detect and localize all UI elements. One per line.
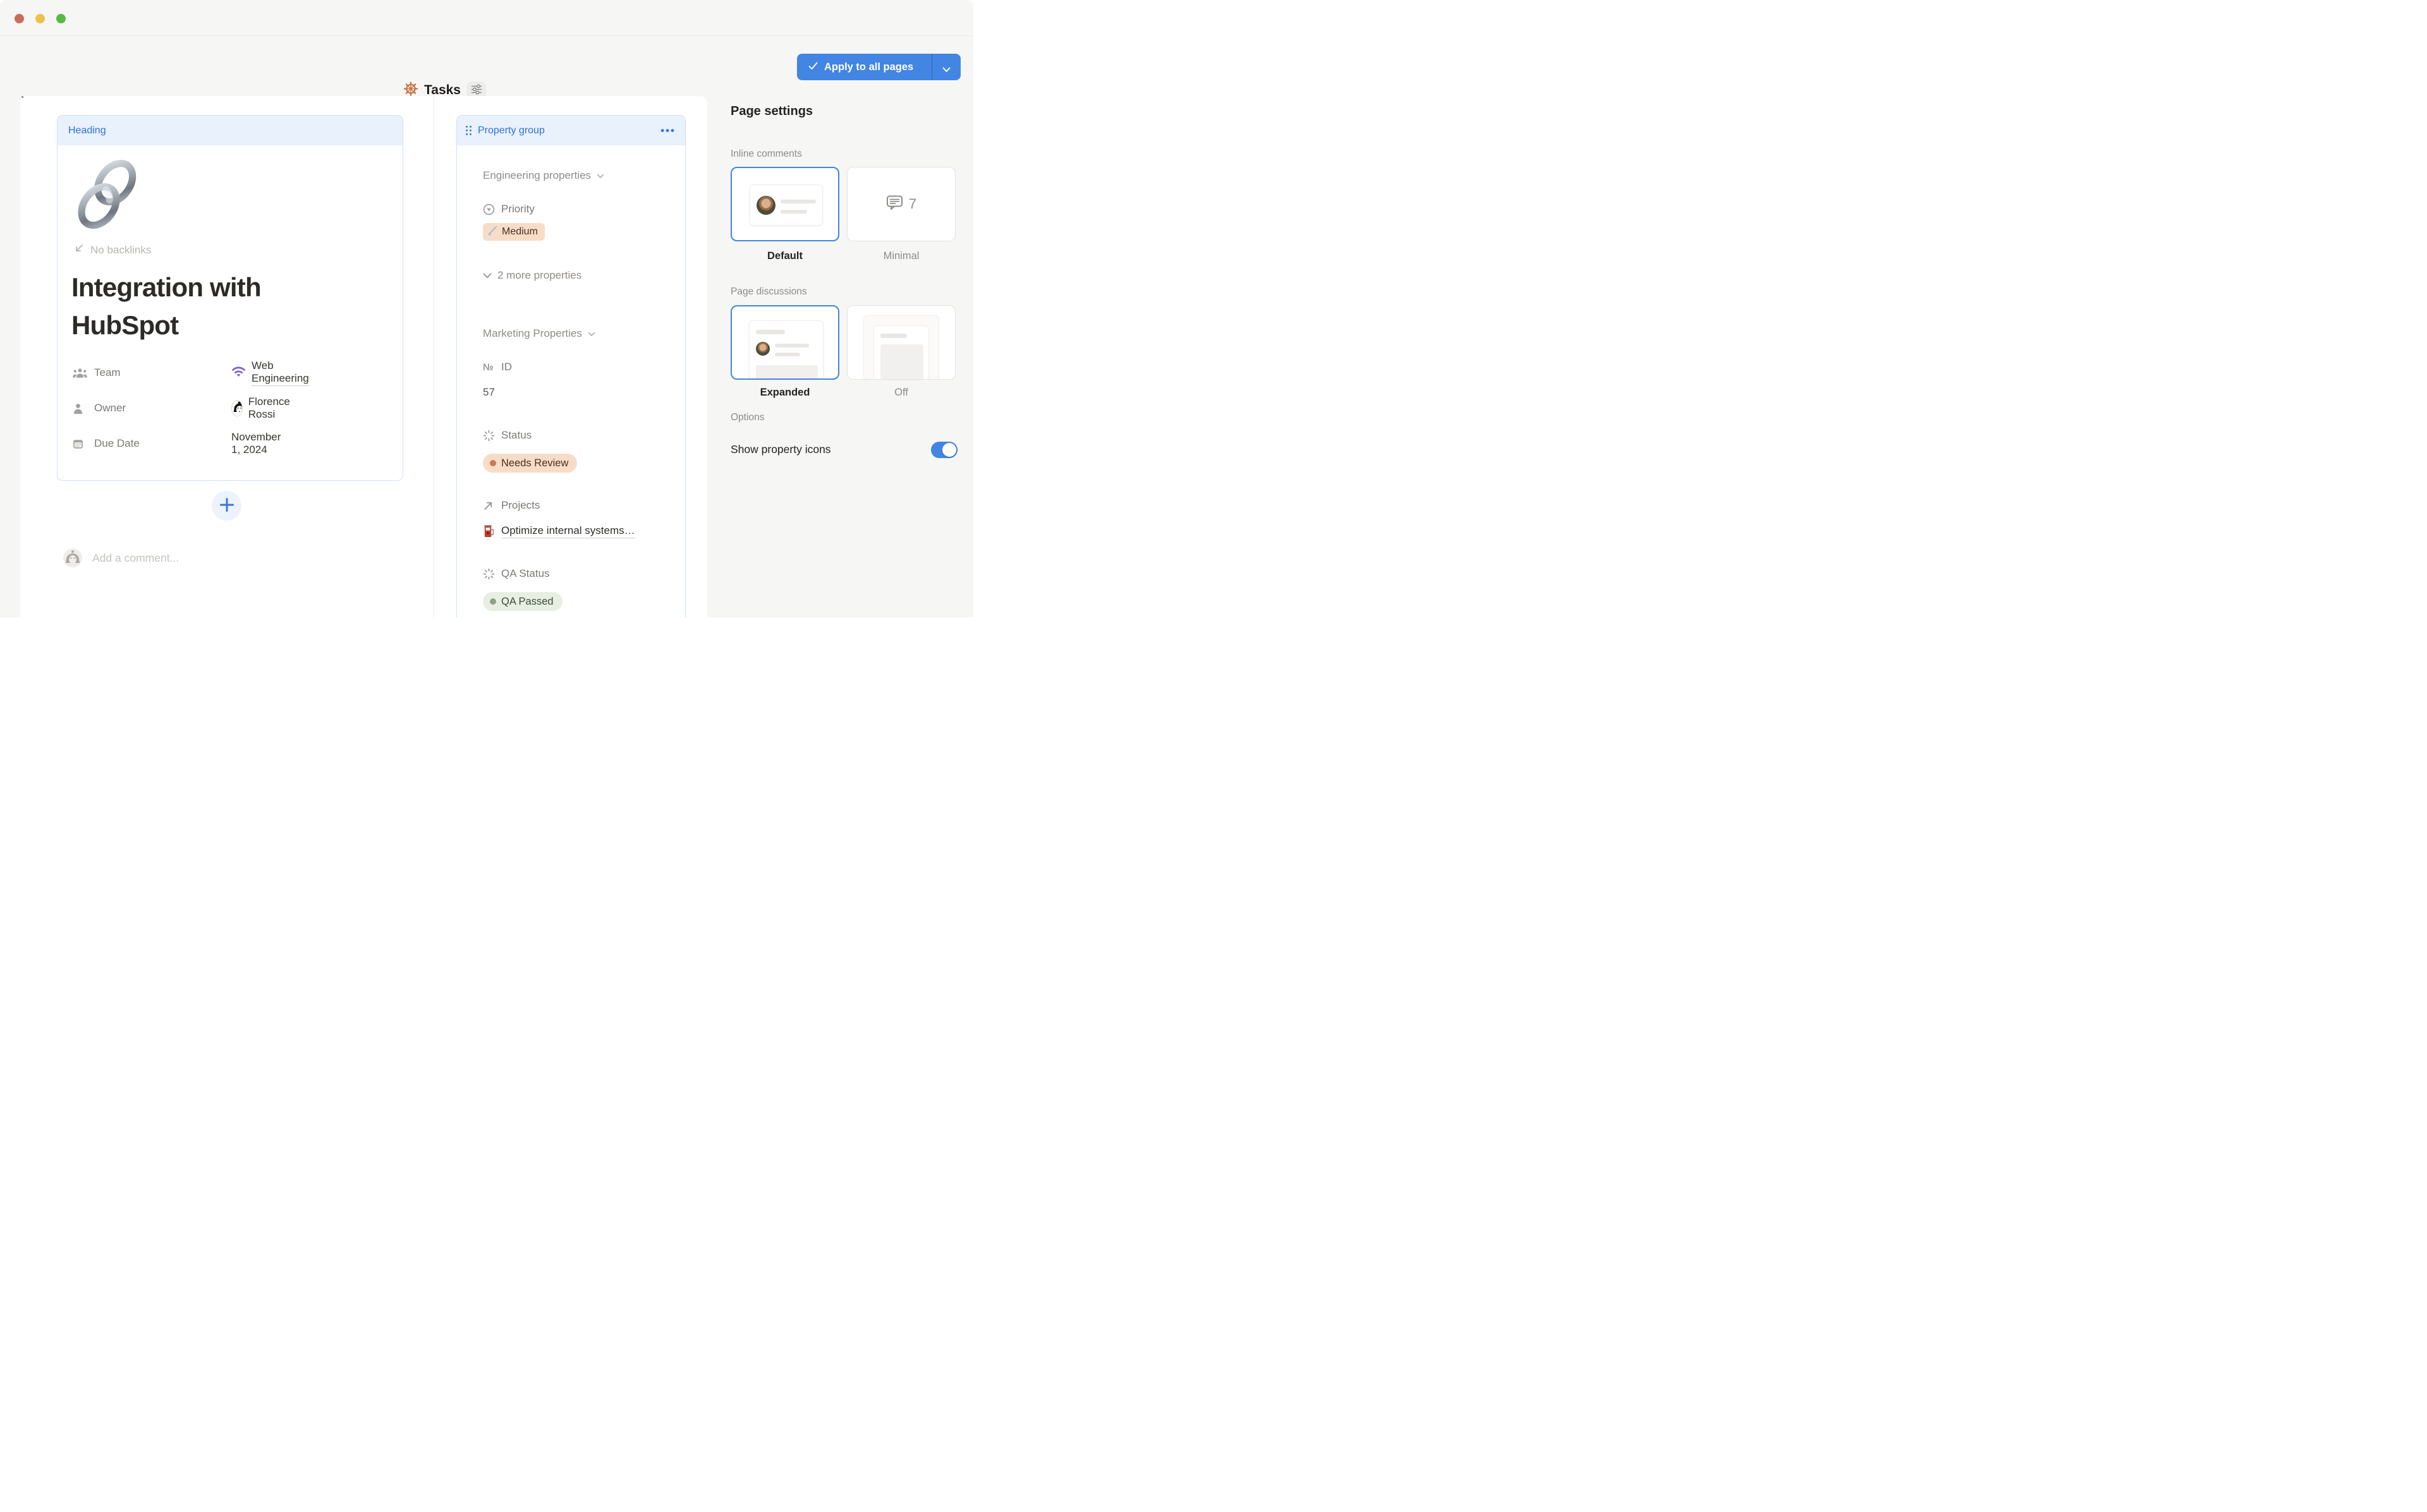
page-discussions-expanded-option[interactable]: [731, 305, 839, 380]
sliders-icon: [470, 84, 482, 97]
commenter-avatar: [63, 548, 82, 567]
section-engineering-properties[interactable]: Engineering properties: [483, 168, 604, 183]
backlinks-label: No backlinks: [90, 244, 151, 257]
inline-comments-default-option[interactable]: [731, 167, 839, 241]
toggle-knob: [942, 443, 956, 457]
status-value: Needs Review: [501, 457, 568, 469]
option-label-off: Off: [847, 387, 956, 399]
page-settings-title: Page settings: [731, 104, 813, 119]
wifi-icon: [231, 365, 246, 380]
property-row-priority[interactable]: Priority: [483, 201, 535, 217]
show-property-icons-toggle[interactable]: [931, 442, 958, 458]
property-row-due-date[interactable]: Due Date November 1, 2024: [73, 435, 140, 452]
needle-icon: [487, 225, 498, 239]
property-label: QA Status: [501, 567, 550, 580]
comment-placeholder: Add a comment...: [92, 552, 179, 565]
window-titlebar: [0, 0, 973, 36]
backlinks-row[interactable]: No backlinks: [74, 243, 151, 257]
chevron-down-icon: [483, 269, 492, 282]
numbering-icon: №: [483, 362, 494, 373]
property-label: Owner: [94, 402, 126, 414]
inline-comments-label: Inline comments: [731, 148, 802, 160]
status-tag[interactable]: Needs Review: [483, 454, 577, 473]
add-block-button[interactable]: [212, 491, 241, 521]
options-label: Options: [731, 412, 764, 423]
property-row-team[interactable]: Team Web Engineering: [73, 364, 121, 382]
toolbar: Cancel Tasks: [0, 37, 973, 96]
status-spinner-icon: [483, 568, 501, 580]
heading-block-card[interactable]: Heading No backlinks Integration wi: [57, 115, 403, 481]
florence-avatar: [231, 400, 243, 416]
person-icon: [73, 403, 89, 414]
section-marketing-properties[interactable]: Marketing Properties: [483, 326, 595, 341]
property-label: Projects: [501, 499, 540, 512]
option-label-default: Default: [731, 250, 839, 262]
owner-value: Florence Rossi: [248, 396, 295, 421]
show-property-icons-label: Show property icons: [731, 443, 831, 456]
page-title[interactable]: Integration with HubSpot: [71, 269, 356, 344]
status-spinner-icon: [483, 430, 501, 442]
apply-to-all-pages-button[interactable]: Apply to all pages: [797, 54, 961, 80]
property-group-header: Property group •••: [457, 116, 685, 145]
team-value-link[interactable]: Web Engineering: [252, 360, 309, 386]
arrow-down-left-icon: [74, 243, 84, 257]
chain-link-icon: [73, 159, 143, 233]
option-label-minimal: Minimal: [847, 250, 956, 262]
property-row-id[interactable]: № ID: [483, 359, 512, 375]
inline-comments-minimal-option[interactable]: 7: [847, 167, 956, 241]
property-group-card[interactable]: Property group ••• Engineering propertie…: [456, 115, 686, 617]
property-row-projects[interactable]: Projects: [483, 497, 540, 514]
section-title: Marketing Properties: [483, 327, 582, 340]
priority-value: Medium: [502, 226, 538, 238]
priority-tag[interactable]: Medium: [483, 223, 545, 241]
avatar: [756, 342, 770, 356]
due-date-value: November 1, 2024: [231, 431, 281, 456]
avatar: [757, 196, 776, 215]
property-row-qa-status[interactable]: QA Status: [483, 565, 550, 582]
heading-block-label: Heading: [68, 125, 106, 136]
property-label: ID: [501, 361, 512, 373]
property-group-label: Property group: [478, 125, 545, 136]
id-value[interactable]: 57: [483, 386, 495, 399]
section-title: Engineering properties: [483, 169, 591, 182]
check-icon: [808, 61, 818, 73]
apply-label: Apply to all pages: [824, 61, 913, 73]
projects-value-row[interactable]: Optimize internal systems…: [483, 523, 635, 540]
property-label: Team: [94, 366, 121, 379]
fuel-pump-icon: [483, 524, 501, 538]
heading-block-header: Heading: [58, 116, 403, 145]
chevron-down-icon: [597, 169, 604, 182]
comment-input-row[interactable]: Add a comment...: [63, 548, 179, 567]
status-dot-icon: [490, 460, 496, 466]
projects-value-link[interactable]: Optimize internal systems…: [501, 524, 635, 538]
more-properties-label: 2 more properties: [497, 269, 581, 282]
property-label: Status: [501, 429, 532, 442]
traffic-light-minimize-icon[interactable]: [35, 14, 45, 23]
page-discussions-label: Page discussions: [731, 286, 807, 298]
calendar-icon: [73, 438, 89, 449]
status-dot-icon: [490, 598, 496, 605]
comment-count: 7: [909, 196, 916, 212]
app-window: Cancel Tasks: [0, 0, 973, 617]
select-icon: [483, 203, 501, 215]
traffic-light-zoom-icon[interactable]: [56, 14, 66, 23]
option-label-expanded: Expanded: [731, 387, 839, 399]
property-label: Due Date: [94, 437, 140, 450]
qa-status-tag[interactable]: QA Passed: [483, 592, 563, 611]
more-menu-icon[interactable]: •••: [660, 116, 676, 145]
chevron-down-icon: [588, 327, 595, 340]
chevron-down-icon[interactable]: [942, 64, 951, 76]
more-properties-toggle[interactable]: 2 more properties: [483, 268, 581, 283]
traffic-light-close-icon[interactable]: [15, 14, 24, 23]
comment-bubble-icon: [886, 195, 903, 214]
qa-status-value: QA Passed: [501, 596, 554, 608]
page-discussions-off-option[interactable]: [847, 305, 956, 380]
arrow-up-right-icon: [483, 500, 501, 511]
property-row-owner[interactable]: Owner Florence Rossi: [73, 399, 126, 417]
plus-icon: [219, 497, 235, 515]
drag-handle-icon[interactable]: [466, 126, 471, 135]
team-icon: [73, 368, 89, 378]
property-row-status[interactable]: Status: [483, 427, 532, 444]
property-label: Priority: [501, 203, 535, 215]
